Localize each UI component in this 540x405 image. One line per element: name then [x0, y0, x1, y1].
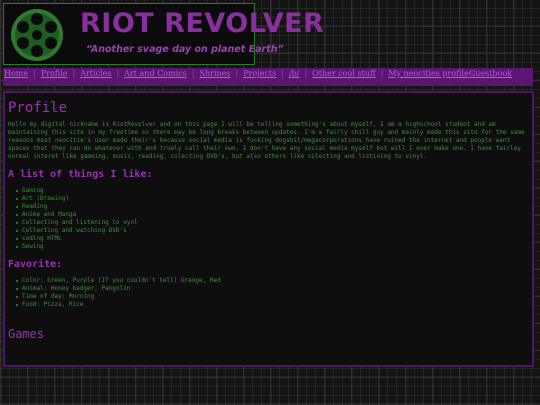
- nav-item-art-and-comics[interactable]: Art and Comics |: [124, 69, 199, 78]
- nav-separator: |: [72, 69, 76, 78]
- nav-item-my-neocities-profile[interactable]: My neocities profile: [388, 69, 469, 78]
- nav-separator: |: [304, 69, 308, 78]
- list-item: Animal: Honey badger, Pangolin: [16, 285, 532, 293]
- nav-item-b[interactable]: /b/ |: [289, 69, 312, 78]
- likes-heading: A list of things I like:: [8, 169, 153, 180]
- list-item: coding HTML: [16, 235, 532, 243]
- nav-link-home[interactable]: Home: [4, 69, 28, 78]
- list-item: Time of day: Morning: [16, 293, 532, 301]
- nav-item-projects[interactable]: Projects |: [243, 69, 289, 78]
- nav-link-projects[interactable]: Projects: [243, 69, 276, 78]
- list-item: Sewing: [16, 243, 532, 251]
- list-item: Reading: [16, 203, 532, 211]
- site-header: RIOT REVOLVER “Another svage day on plan…: [3, 3, 324, 65]
- list-item: Gaming: [16, 187, 532, 195]
- nav-item-articles[interactable]: Articles |: [80, 69, 124, 78]
- site-tagline: “Another svage day on planet Earth”: [86, 44, 284, 55]
- nav-link-art-and-comics[interactable]: Art and Comics: [124, 69, 187, 78]
- nav-link-articles[interactable]: Articles: [80, 69, 111, 78]
- nav-item-guestbook[interactable]: Guestbook: [469, 69, 512, 78]
- nav-link-shrines[interactable]: Shrines: [199, 69, 230, 78]
- list-item: Collecting and watching DVD's: [16, 227, 532, 235]
- favorites-list: Color: Green, Purple (If you couldn't te…: [8, 277, 532, 309]
- nav-link-profile[interactable]: Profile: [41, 69, 68, 78]
- nav-separator: |: [235, 69, 239, 78]
- intro-paragraph: Hello my digital nickname is RiotRevolve…: [8, 121, 525, 160]
- nav-item-other-cool-stuff[interactable]: Other cool stuff |: [312, 69, 388, 78]
- list-item: Art (Drawing): [16, 195, 532, 203]
- nav-item-home[interactable]: Home |: [4, 69, 41, 78]
- nav-link-guestbook[interactable]: Guestbook: [469, 69, 512, 78]
- nav-separator: |: [116, 69, 120, 78]
- revolver-cylinder-icon: [9, 7, 65, 63]
- nav-item-profile[interactable]: Profile |: [41, 69, 80, 78]
- nav-link-b[interactable]: /b/: [289, 69, 300, 78]
- nav-separator: |: [191, 69, 195, 78]
- nav-item-shrines[interactable]: Shrines |: [199, 69, 243, 78]
- nav-link-other-cool-stuff[interactable]: Other cool stuff: [312, 69, 375, 78]
- page-title: Profile: [8, 100, 68, 116]
- games-heading: Games: [8, 327, 45, 341]
- nav-separator: |: [380, 69, 384, 78]
- favorite-heading: Favorite:: [8, 259, 63, 270]
- profile-panel: Profile Hello my digital nickname is Rio…: [3, 91, 534, 367]
- likes-list: Gaming Art (Drawing) Reading Anime and M…: [8, 187, 532, 251]
- nav-link-my-neocities-profile[interactable]: My neocities profile: [388, 69, 469, 78]
- nav-separator: |: [281, 69, 284, 78]
- list-item: Food: Pizza, Rice: [16, 301, 532, 309]
- list-item: Anime and Manga: [16, 211, 532, 219]
- list-item: Color: Green, Purple (If you couldn't te…: [16, 277, 532, 285]
- nav-links: Home | Profile | Articles | Art and Comics | Shr…: [3, 68, 533, 78]
- site-title: RIOT REVOLVER: [80, 8, 325, 39]
- list-item: Collecting and listening to vynl: [16, 219, 532, 227]
- nav-separator: |: [33, 69, 36, 78]
- nav-bar: Home | Profile | Articles | Art and Comics | Shr…: [3, 68, 533, 86]
